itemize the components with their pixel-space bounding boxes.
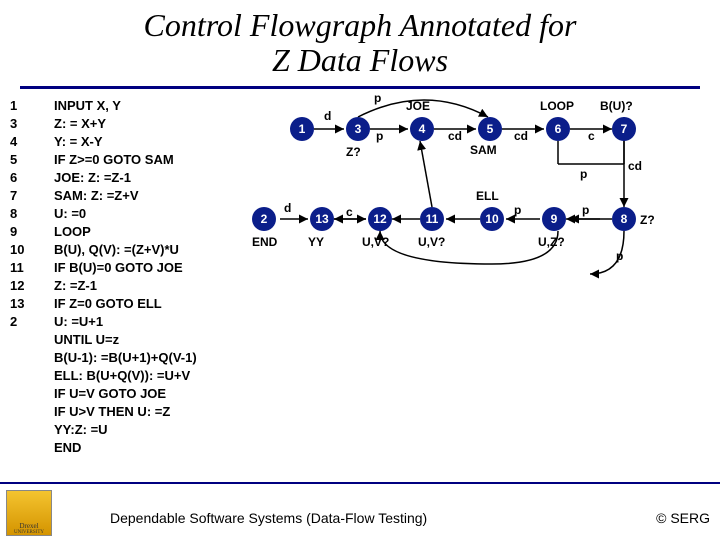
node-3: 3 [346, 117, 370, 141]
edge-label-zq: Z? [346, 145, 361, 159]
label-end: END [252, 235, 277, 249]
node-2: 2 [252, 207, 276, 231]
label-buq: B(U)? [600, 99, 633, 113]
code-line: Z: =Z-1 [54, 278, 97, 293]
lineno: 11 [10, 259, 34, 277]
lineno: 1 [10, 97, 34, 115]
label-uvq: U,V? [362, 235, 389, 249]
code-line: Z: = X+Y [54, 116, 106, 131]
code-column: INPUT X, Y Z: = X+Y Y: = X-Y IF Z>=0 GOT… [54, 97, 197, 457]
lineno: 5 [10, 151, 34, 169]
lineno: 6 [10, 169, 34, 187]
footer-copyright: © SERG [656, 510, 710, 526]
edge-label-p2: p [376, 129, 383, 143]
label-zq2: Z? [640, 213, 655, 227]
code-line: B(U), Q(V): =(Z+V)*U [54, 242, 179, 257]
edge-label-cd3: cd [628, 159, 642, 173]
node-9: 9 [542, 207, 566, 231]
node-4: 4 [410, 117, 434, 141]
logo-drexel: Drexel UNIVERSITY [6, 490, 52, 536]
code-line: END [54, 440, 81, 455]
footer: Drexel UNIVERSITY Dependable Software Sy… [0, 482, 720, 540]
label-sam: SAM [470, 143, 497, 157]
edge-label-cd2: cd [514, 129, 528, 143]
content-area: 1 3 4 5 6 7 8 9 10 11 12 13 2 INPUT X, Y… [0, 89, 720, 489]
code-line: IF Z>=0 GOTO SAM [54, 152, 174, 167]
node-6: 6 [546, 117, 570, 141]
lineno: 3 [10, 115, 34, 133]
code-line: YY:Z: =U [54, 422, 108, 437]
lineno: 8 [10, 205, 34, 223]
line-number-column: 1 3 4 5 6 7 8 9 10 11 12 13 2 [10, 97, 34, 331]
label-joe: JOE [406, 99, 430, 113]
page-title: Control Flowgraph Annotated for Z Data F… [0, 0, 720, 78]
code-line: JOE: Z: =Z-1 [54, 170, 131, 185]
edge-label-p: p [374, 91, 381, 105]
edge-label-p6: p [616, 249, 623, 263]
lineno: 13 [10, 295, 34, 313]
edge-label-p4: p [514, 203, 521, 217]
lineno: 9 [10, 223, 34, 241]
lineno: 2 [10, 313, 34, 331]
node-5: 5 [478, 117, 502, 141]
code-line: Y: = X-Y [54, 134, 103, 149]
flowgraph: 1 3 4 5 6 7 2 13 12 11 10 9 8 d p p Z? J… [280, 89, 720, 389]
label-ell: ELL [476, 189, 499, 203]
node-11: 11 [420, 207, 444, 231]
footer-text: Dependable Software Systems (Data-Flow T… [110, 510, 427, 526]
label-yy: YY [308, 235, 324, 249]
title-line-1: Control Flowgraph Annotated for [144, 7, 577, 43]
node-13: 13 [310, 207, 334, 231]
logo-text-top: Drexel [19, 522, 38, 530]
code-line: IF B(U)=0 GOTO JOE [54, 260, 183, 275]
lineno: 4 [10, 133, 34, 151]
code-line: LOOP [54, 224, 91, 239]
code-line: IF U>V THEN U: =Z [54, 404, 170, 419]
code-line: UNTIL U=z [54, 332, 119, 347]
label-uvq2: U,V? [418, 235, 445, 249]
edge-label-c1: c [588, 129, 595, 143]
label-uzq: U,Z? [538, 235, 565, 249]
code-line: B(U-1): =B(U+1)+Q(V-1) [54, 350, 197, 365]
lineno: 7 [10, 187, 34, 205]
logo-text-bottom: UNIVERSITY [14, 530, 44, 535]
edge-label-c2: c [346, 205, 353, 219]
edge-label-p3: p [580, 167, 587, 181]
node-8: 8 [612, 207, 636, 231]
node-12: 12 [368, 207, 392, 231]
title-line-2: Z Data Flows [272, 42, 448, 78]
code-line: IF U=V GOTO JOE [54, 386, 166, 401]
lineno: 10 [10, 241, 34, 259]
label-loop: LOOP [540, 99, 574, 113]
edge-label-p5: p [582, 203, 589, 217]
code-line: IF Z=0 GOTO ELL [54, 296, 162, 311]
code-line: U: =0 [54, 206, 86, 221]
node-1: 1 [290, 117, 314, 141]
edge-label-d: d [324, 109, 331, 123]
lineno: 12 [10, 277, 34, 295]
code-line: SAM: Z: =Z+V [54, 188, 139, 203]
node-10: 10 [480, 207, 504, 231]
code-line: U: =U+1 [54, 314, 103, 329]
node-7: 7 [612, 117, 636, 141]
code-line: INPUT X, Y [54, 98, 121, 113]
code-line: ELL: B(U+Q(V)): =U+V [54, 368, 190, 383]
edge-label-d2: d [284, 201, 291, 215]
edge-label-cd1: cd [448, 129, 462, 143]
